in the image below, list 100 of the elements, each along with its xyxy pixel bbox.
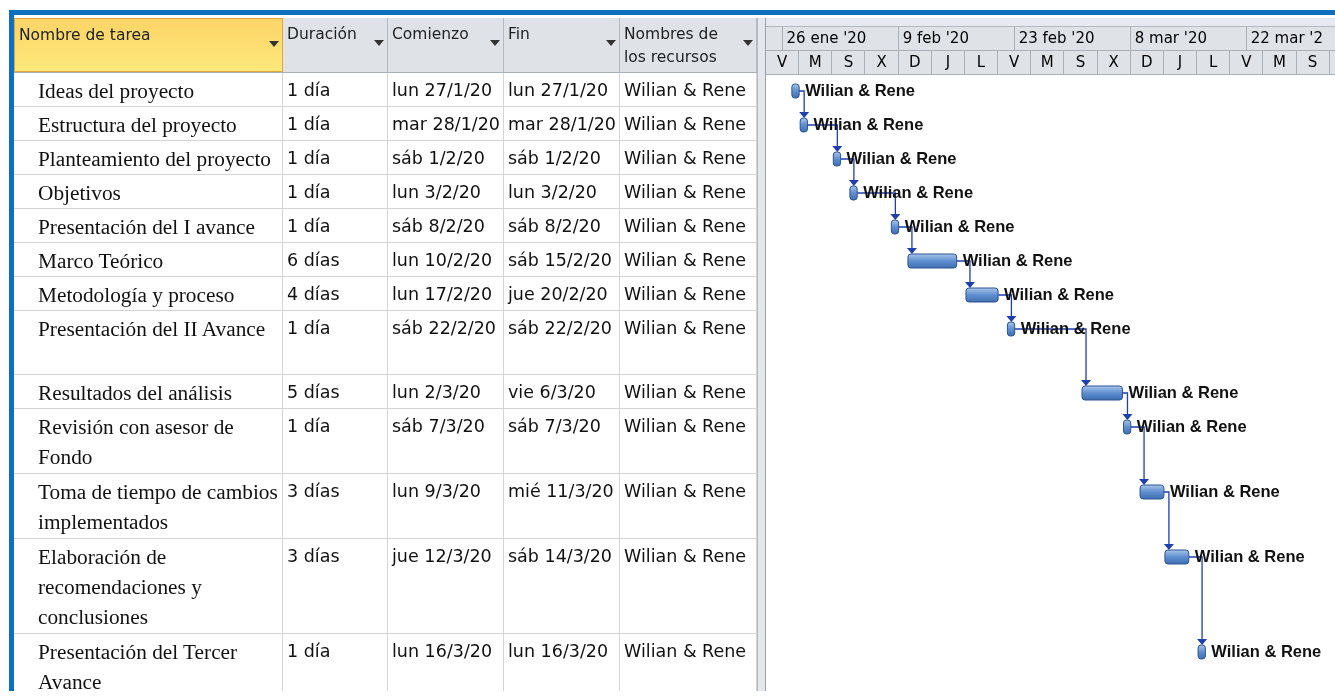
- duration-cell: 1 día: [287, 148, 331, 168]
- start-date-cell: sáb 1/2/20: [392, 148, 485, 168]
- task-name: Toma de tiempo de cambios implementados: [38, 480, 278, 534]
- timescale-day-label: D: [1141, 53, 1153, 71]
- finish-date-cell: sáb 15/2/20: [508, 250, 612, 270]
- finish-date-cell: sáb 7/3/20: [508, 416, 601, 436]
- task-name: Presentación del II Avance: [38, 317, 266, 341]
- dropdown-arrow-icon[interactable]: [606, 40, 616, 46]
- resource-names-cell: Wilian & Rene: [624, 284, 747, 304]
- task-bar[interactable]: [1122, 419, 1132, 435]
- duration-cell: 3 días: [287, 546, 340, 566]
- resource-names-cell: Wilian & Rene: [624, 114, 747, 134]
- finish-date-cell: sáb 8/2/20: [508, 216, 601, 236]
- task-bar[interactable]: [799, 117, 808, 133]
- bar-label: Wilian & Rene: [962, 251, 1073, 269]
- dropdown-arrow-icon[interactable]: [374, 40, 384, 46]
- duration-cell: 4 días: [287, 284, 340, 304]
- timescale-day-label: X: [1108, 53, 1119, 71]
- timescale-day-label: X: [876, 53, 887, 71]
- task-bar[interactable]: [1164, 549, 1190, 565]
- finish-date-cell: sáb 22/2/20: [508, 318, 612, 338]
- timescale-label: 22 mar '2: [1250, 29, 1324, 47]
- task-name: Metodología y proceso: [38, 283, 235, 307]
- task-name: Elaboración de recomendaciones y conclusiones: [38, 545, 202, 629]
- column-header[interactable]: Duración: [283, 18, 388, 72]
- task-bar[interactable]: [890, 219, 900, 235]
- column-header[interactable]: Fin: [504, 18, 620, 72]
- start-date-cell: sáb 7/3/20: [392, 416, 485, 436]
- timescale-label: 9 feb '20: [902, 29, 969, 47]
- task-bar[interactable]: [1006, 321, 1016, 337]
- bar-label: Wilian & Rene: [805, 81, 916, 99]
- finish-date-cell: lun 16/3/20: [508, 641, 609, 661]
- finish-date-cell: lun 3/2/20: [508, 182, 597, 202]
- start-date-cell: sáb 8/2/20: [392, 216, 485, 236]
- task-bar[interactable]: [791, 83, 800, 99]
- start-date-cell: lun 17/2/20: [392, 284, 493, 304]
- start-date-cell: lun 10/2/20: [392, 250, 493, 270]
- duration-cell: 1 día: [287, 80, 331, 100]
- task-name: Presentación del I avance: [38, 215, 255, 239]
- bar-label: Wilian & Rene: [904, 217, 1015, 235]
- timescale-day-label: L: [976, 53, 986, 71]
- finish-date-cell: jue 20/2/20: [508, 284, 608, 304]
- duration-cell: 5 días: [287, 382, 340, 402]
- resource-names-cell: Wilian & Rene: [624, 148, 747, 168]
- start-date-cell: mar 28/1/20: [392, 114, 500, 134]
- resource-names-cell: Wilian & Rene: [624, 546, 747, 566]
- resource-names-cell: Wilian & Rene: [624, 182, 747, 202]
- bar-label: Wilian & Rene: [1169, 482, 1280, 500]
- timescale-label: 23 feb '20: [1018, 29, 1095, 47]
- timescale-day-label: J: [945, 53, 951, 71]
- finish-date-cell: mié 11/3/20: [508, 481, 614, 501]
- task-bar[interactable]: [832, 151, 842, 167]
- dropdown-arrow-icon[interactable]: [743, 40, 753, 46]
- column-header[interactable]: Comienzo: [388, 18, 504, 72]
- duration-cell: 1 día: [287, 641, 331, 661]
- task-bar[interactable]: [965, 287, 999, 303]
- duration-cell: 1 día: [287, 318, 331, 338]
- task-name: Presentación del Tercer Avance: [38, 640, 238, 691]
- duration-cell: 1 día: [287, 416, 331, 436]
- start-date-cell: lun 16/3/20: [392, 641, 493, 661]
- start-date-cell: lun 9/3/20: [392, 481, 481, 501]
- timescale-day-label: J: [1177, 53, 1183, 71]
- duration-cell: 1 día: [287, 216, 331, 236]
- task-bar[interactable]: [1081, 385, 1123, 401]
- bar-label: Wilian & Rene: [813, 115, 924, 133]
- resource-names-cell: Wilian & Rene: [624, 382, 747, 402]
- resource-names-cell: Wilian & Rene: [624, 216, 747, 236]
- column-header[interactable]: Nombre de tarea: [14, 18, 283, 72]
- task-bar[interactable]: [1139, 484, 1165, 500]
- timescale-day-label: S: [1075, 53, 1086, 71]
- timescale-label: 26 ene '20: [786, 29, 867, 47]
- timescale-day-label: M: [1272, 53, 1286, 71]
- finish-date-cell: mar 28/1/20: [508, 114, 616, 134]
- task-bar[interactable]: [907, 253, 958, 269]
- task-bar[interactable]: [1197, 644, 1206, 660]
- start-date-cell: lun 3/2/20: [392, 182, 481, 202]
- start-date-cell: lun 2/3/20: [392, 382, 481, 402]
- task-name: Planteamiento del proyecto: [38, 147, 271, 171]
- task-name: Objetivos: [38, 181, 121, 205]
- finish-date-cell: vie 6/3/20: [508, 382, 596, 402]
- bar-label: Wilian & Rene: [1136, 417, 1247, 435]
- task-bar[interactable]: [849, 185, 858, 201]
- resource-names-cell: Wilian & Rene: [624, 250, 747, 270]
- finish-date-cell: sáb 14/3/20: [508, 546, 612, 566]
- bar-label: Wilian & Rene: [1128, 383, 1239, 401]
- dropdown-arrow-icon[interactable]: [269, 41, 279, 47]
- timescale-day-label: V: [776, 53, 788, 71]
- task-name: Marco Teórico: [38, 249, 164, 273]
- resource-names-cell: Wilian & Rene: [624, 641, 747, 661]
- resource-names-cell: Wilian & Rene: [624, 80, 747, 100]
- bar-label: Wilian & Rene: [1004, 285, 1114, 303]
- bar-label: Wilian & Rene: [846, 149, 957, 167]
- task-name: Resultados del análisis: [38, 381, 232, 405]
- duration-cell: 1 día: [287, 114, 331, 134]
- finish-date-cell: sáb 1/2/20: [508, 148, 601, 168]
- timescale-day-label: M: [1040, 53, 1054, 71]
- dropdown-arrow-icon[interactable]: [490, 40, 500, 46]
- timescale-day-label: V: [1009, 53, 1020, 71]
- resource-names-cell: Wilian & Rene: [624, 416, 747, 436]
- column-header[interactable]: Nombres de los recursos: [620, 18, 757, 72]
